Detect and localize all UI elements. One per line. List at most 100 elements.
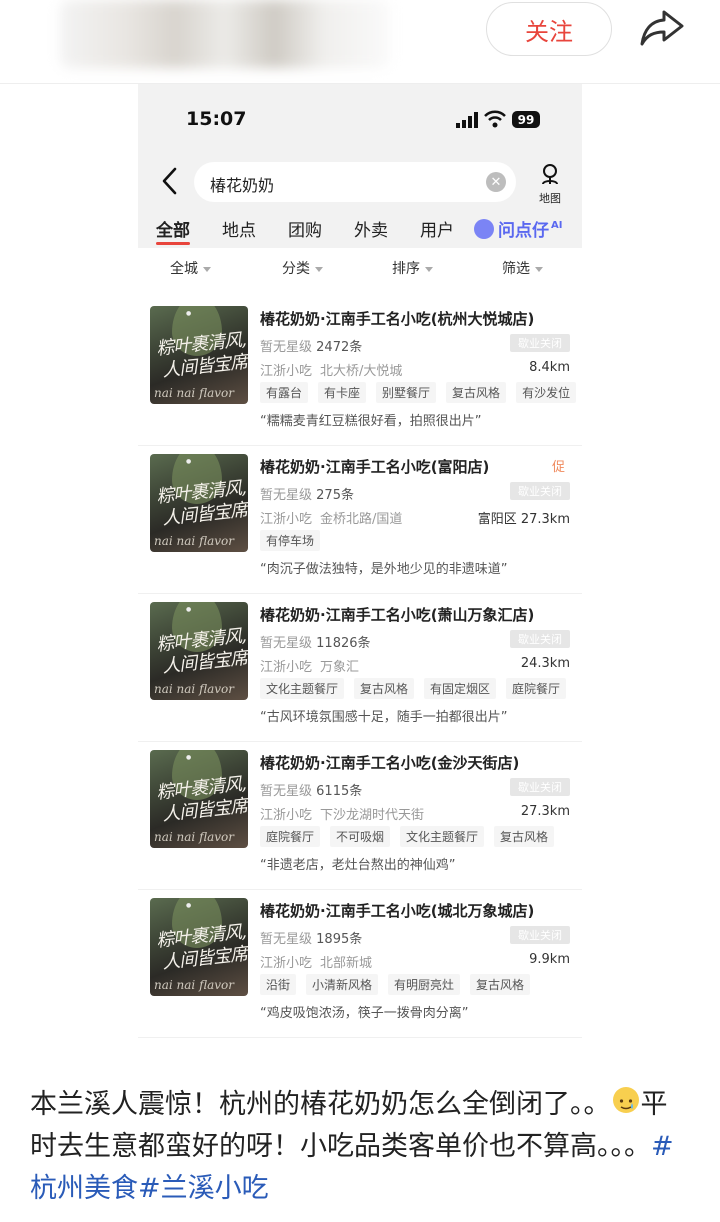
- tab-places[interactable]: 地点: [222, 216, 256, 241]
- map-pin-icon: [542, 164, 558, 185]
- feature-tags: 有停车场: [260, 530, 330, 551]
- list-item[interactable]: ● 粽叶裹清风, 人间皆宝席 nai nai flavor 椿花奶奶·江南手工名…: [138, 298, 582, 446]
- feature-tag: 庭院餐厅: [506, 678, 567, 699]
- back-chevron-icon[interactable]: [160, 166, 180, 196]
- shop-name: 椿花奶奶·江南手工名小吃(城北万象城店): [260, 902, 535, 920]
- thumb-flavor-text: nai nai flavor: [154, 830, 234, 844]
- shop-thumbnail: ● 粽叶裹清风, 人间皆宝席 nai nai flavor: [150, 306, 248, 404]
- search-query: 椿花奶奶: [210, 176, 275, 195]
- category-area: 江浙小吃 下沙龙湖时代天街: [260, 808, 425, 823]
- category-area: 江浙小吃 北大桥/大悦城: [260, 364, 403, 379]
- brand-logo: ●: [186, 458, 192, 465]
- review-count: 11826条: [316, 636, 371, 651]
- tab-group-buy[interactable]: 团购: [288, 216, 322, 241]
- embedded-screenshot: 15:07 99 椿花奶奶 ✕ 地图 全部 地点 团购 外卖 用户 问点仔 AI…: [138, 84, 582, 1046]
- signal-icon: [456, 112, 478, 128]
- shop-name: 椿花奶奶·江南手工名小吃(杭州大悦城店): [260, 310, 535, 328]
- filter-category[interactable]: 分类: [282, 258, 323, 278]
- tab-all[interactable]: 全部: [156, 216, 190, 241]
- review-quote: “肉沉子做法独特，是外地少见的非遗味道”: [260, 562, 508, 577]
- distance: 9.9km: [529, 952, 570, 967]
- distance: 8.4km: [529, 360, 570, 375]
- shop-name: 椿花奶奶·江南手工名小吃(富阳店): [260, 458, 490, 476]
- rating-info: 暂无星级 11826条: [260, 636, 371, 651]
- thumb-flavor-text: nai nai flavor: [154, 534, 234, 548]
- follow-button[interactable]: 关注: [486, 2, 612, 56]
- status-badge: 歇业关闭: [510, 778, 570, 796]
- distance: 24.3km: [520, 656, 570, 671]
- brand-logo: ●: [186, 902, 192, 909]
- list-item[interactable]: ● 粽叶裹清风, 人间皆宝席 nai nai flavor 椿花奶奶·江南手工名…: [138, 890, 582, 1038]
- feature-tags: 文化主题餐厅 复古风格 有固定烟区 庭院餐厅: [260, 678, 576, 699]
- feature-tag: 有沙发位: [516, 382, 577, 403]
- feature-tag: 有露台: [260, 382, 309, 403]
- hashtag-link[interactable]: #兰溪小吃: [138, 1173, 269, 1204]
- feature-tag: 有停车场: [260, 530, 321, 551]
- filter-city[interactable]: 全城: [170, 258, 211, 278]
- tab-delivery[interactable]: 外卖: [354, 216, 388, 241]
- feature-tag: 复古风格: [446, 382, 507, 403]
- filter-screen[interactable]: 筛选: [502, 258, 543, 278]
- feature-tag: 有卡座: [318, 382, 367, 403]
- list-item[interactable]: ● 粽叶裹清风, 人间皆宝席 nai nai flavor 椿花奶奶·江南手工名…: [138, 446, 582, 594]
- distance: 27.3km: [520, 804, 570, 819]
- shop-name: 椿花奶奶·江南手工名小吃(萧山万象汇店): [260, 606, 535, 624]
- search-tabs: 全部 地点 团购 外卖 用户 问点仔 AI: [138, 210, 582, 248]
- status-badge: 歇业关闭: [510, 926, 570, 944]
- distance: 富阳区 27.3km: [477, 512, 570, 527]
- share-icon[interactable]: [636, 6, 688, 50]
- feature-tag: 文化主题餐厅: [260, 678, 345, 699]
- category-area: 江浙小吃 金桥北路/国道: [260, 512, 403, 527]
- review-count: 2472条: [316, 340, 363, 355]
- list-item[interactable]: ● 粽叶裹清风, 人间皆宝席 nai nai flavor 椿花奶奶·江南手工名…: [138, 742, 582, 890]
- promo-badge: 促: [552, 460, 566, 475]
- feature-tag: 庭院餐厅: [260, 826, 321, 847]
- rating-info: 暂无星级 2472条: [260, 340, 363, 355]
- rating-info: 暂无星级 6115条: [260, 784, 363, 799]
- feature-tag: 文化主题餐厅: [400, 826, 485, 847]
- tab-ai-assistant[interactable]: 问点仔 AI: [474, 216, 562, 241]
- review-count: 1895条: [316, 932, 363, 947]
- filter-sort[interactable]: 排序: [392, 258, 433, 278]
- feature-tag: 小清新风格: [306, 974, 379, 995]
- review-quote: “古风环境氛围感十足，随手一拍都很出片”: [260, 710, 508, 725]
- feature-tag: 复古风格: [354, 678, 415, 699]
- blurred-author-info: [60, 0, 390, 68]
- status-badge: 歇业关闭: [510, 482, 570, 500]
- status-badge: 歇业关闭: [510, 630, 570, 648]
- status-time: 15:07: [186, 108, 247, 130]
- caption-text-a: 本兰溪人震惊！杭州的椿花奶奶怎么全倒闭了。。: [30, 1089, 611, 1120]
- feature-tag: 复古风格: [494, 826, 555, 847]
- caret-down-icon: [535, 266, 543, 272]
- review-count: 275条: [316, 488, 354, 503]
- map-button[interactable]: 地图: [534, 162, 566, 206]
- post-caption: 本兰溪人震惊！杭州的椿花奶奶怎么全倒闭了。。 平时去生意都蛮好的呀！小吃品类客单价…: [30, 1084, 690, 1210]
- thumb-flavor-text: nai nai flavor: [154, 386, 234, 400]
- shop-thumbnail: ● 粽叶裹清风, 人间皆宝席 nai nai flavor: [150, 750, 248, 848]
- clear-search-icon[interactable]: ✕: [486, 172, 506, 192]
- list-item[interactable]: ● 粽叶裹清风, 人间皆宝席 nai nai flavor 椿花奶奶·江南手工名…: [138, 594, 582, 742]
- caret-down-icon: [315, 266, 323, 272]
- feature-tag: 别墅餐厅: [376, 382, 437, 403]
- post-header: 关注: [0, 0, 720, 84]
- ai-tab-label: 问点仔: [498, 221, 549, 241]
- search-bar: 椿花奶奶 ✕ 地图: [138, 154, 582, 210]
- ai-tab-sup: AI: [551, 220, 563, 231]
- feature-tag: 有固定烟区: [424, 678, 497, 699]
- feature-tags: 庭院餐厅 不可吸烟 文化主题餐厅 复古风格: [260, 826, 564, 847]
- feature-tag: 复古风格: [470, 974, 531, 995]
- review-quote: “糯糯麦青红豆糕很好看，拍照很出片”: [260, 414, 482, 429]
- shop-thumbnail: ● 粽叶裹清风, 人间皆宝席 nai nai flavor: [150, 602, 248, 700]
- search-input[interactable]: 椿花奶奶 ✕: [194, 162, 516, 202]
- feature-tags: 沿街 小清新风格 有明厨亮灶 复古风格: [260, 974, 540, 995]
- feature-tag: 不可吸烟: [330, 826, 391, 847]
- smiling-face-with-tear-icon: [612, 1087, 639, 1113]
- review-quote: “鸡皮吸饱浓汤，筷子一拨骨肉分离”: [260, 1006, 469, 1021]
- status-bar: 15:07 99: [138, 84, 582, 154]
- rating-info: 暂无星级 275条: [260, 488, 354, 503]
- tab-users[interactable]: 用户: [420, 216, 454, 241]
- category-area: 江浙小吃 万象汇: [260, 660, 360, 675]
- shop-thumbnail: ● 粽叶裹清风, 人间皆宝席 nai nai flavor: [150, 454, 248, 552]
- map-label: 地图: [539, 192, 561, 205]
- shop-name: 椿花奶奶·江南手工名小吃(金沙天街店): [260, 754, 520, 772]
